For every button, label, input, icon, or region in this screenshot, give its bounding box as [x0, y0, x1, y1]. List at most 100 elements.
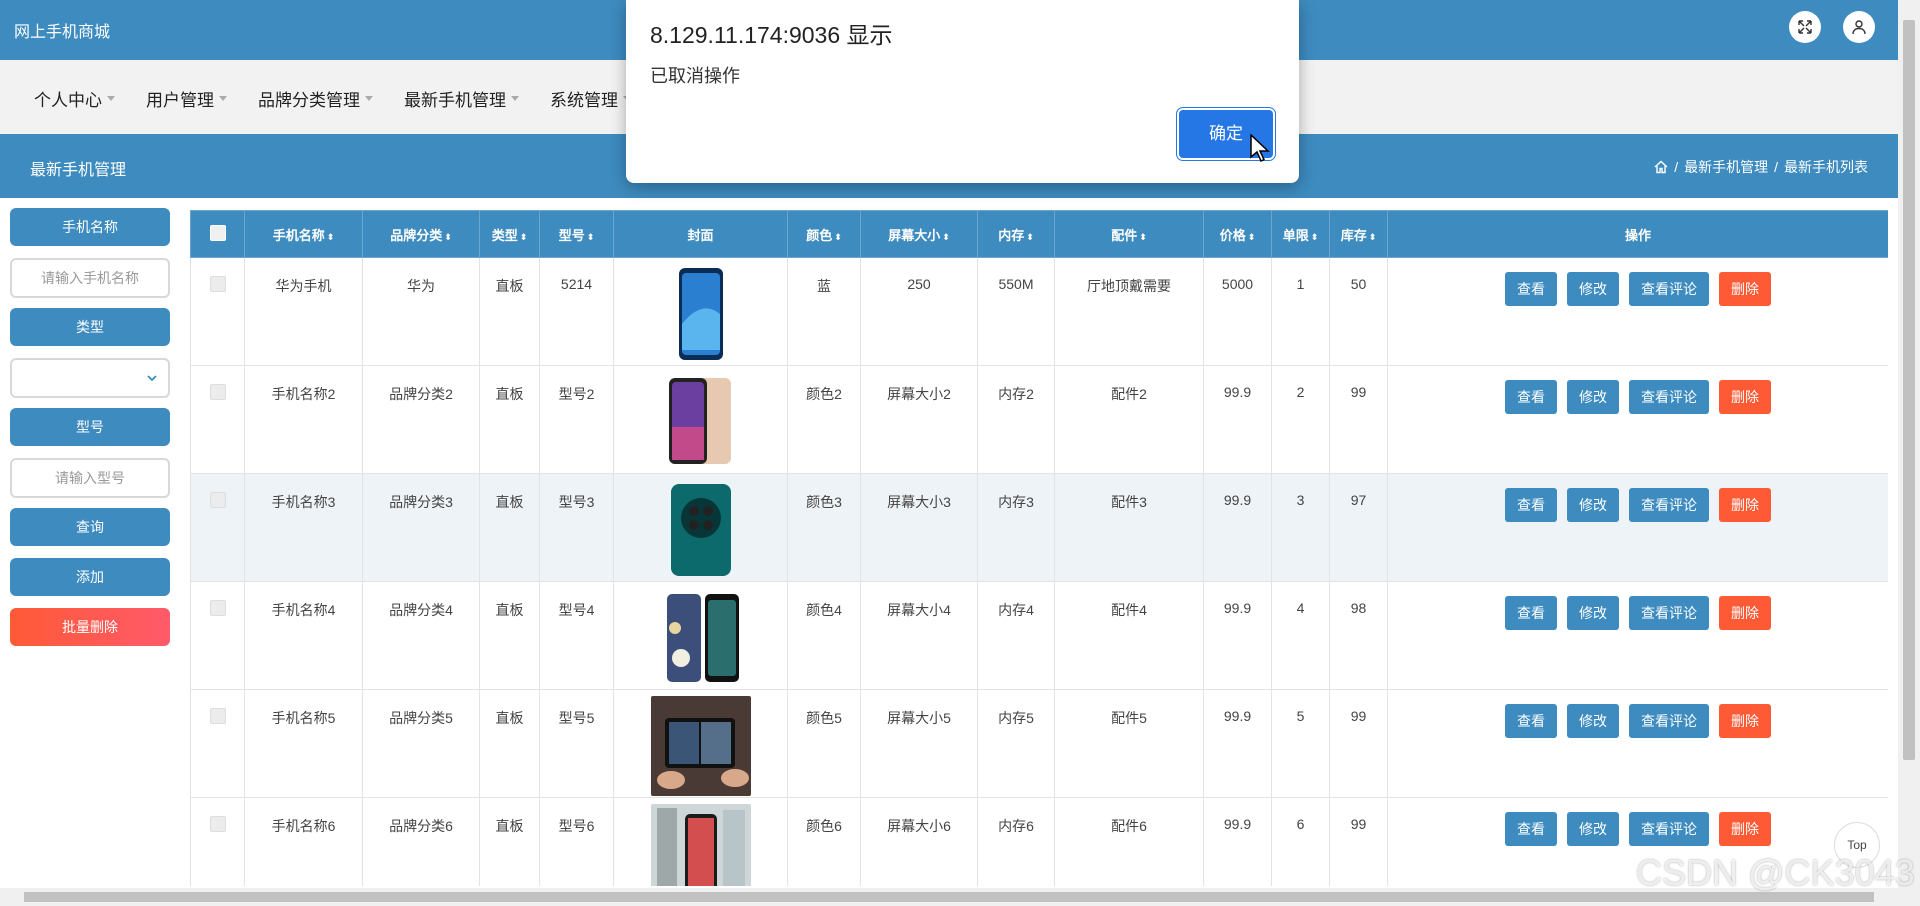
- actions-cell: 查看 修改 查看评论 删除: [1387, 473, 1888, 582]
- price-cell: 5000: [1203, 257, 1272, 366]
- edit-button[interactable]: 修改: [1567, 596, 1619, 630]
- color-cell: 颜色6: [787, 797, 861, 886]
- cover-cell: [613, 365, 788, 474]
- price-cell: 99.9: [1203, 365, 1272, 474]
- row-checkbox[interactable]: [209, 600, 226, 616]
- column-header[interactable]: 屏幕大小 ⬍: [860, 210, 978, 258]
- phone-cover-image[interactable]: [650, 804, 751, 886]
- color-cell: 颜色5: [787, 689, 861, 798]
- column-header[interactable]: 库存 ⬍: [1329, 210, 1388, 258]
- phone-cover-image[interactable]: [651, 588, 751, 688]
- query-button[interactable]: 查询: [10, 508, 170, 546]
- fullscreen-icon[interactable]: [1789, 11, 1821, 43]
- column-header[interactable]: 品牌分类 ⬍: [362, 210, 480, 258]
- row-checkbox[interactable]: [209, 816, 226, 832]
- price-cell: 99.9: [1203, 473, 1272, 582]
- column-header[interactable]: 类型 ⬍: [479, 210, 540, 258]
- select-all-checkbox[interactable]: [209, 224, 226, 241]
- delete-button[interactable]: 删除: [1719, 272, 1771, 306]
- stock-cell: 50: [1329, 257, 1388, 366]
- brand-cell: 品牌分类5: [362, 689, 480, 798]
- user-icon[interactable]: [1843, 11, 1875, 43]
- view-reviews-button[interactable]: 查看评论: [1629, 812, 1709, 846]
- vertical-scrollbar[interactable]: [1898, 0, 1920, 906]
- sort-icon[interactable]: ⬍: [520, 232, 528, 242]
- sort-icon[interactable]: ⬍: [587, 232, 595, 242]
- edit-button[interactable]: 修改: [1567, 488, 1619, 522]
- delete-button[interactable]: 删除: [1719, 488, 1771, 522]
- edit-button[interactable]: 修改: [1567, 704, 1619, 738]
- table-header-row: 手机名称 ⬍ 品牌分类 ⬍ 类型 ⬍ 型号 ⬍ 封面 颜色 ⬍ 屏幕大小 ⬍ 内存 ⬍ 配件 ⬍…: [190, 210, 1888, 258]
- phone-name-label: 手机名称: [10, 208, 170, 246]
- menu-item-personal-center[interactable]: 个人中心: [34, 86, 115, 111]
- scrollbar-thumb[interactable]: [1903, 20, 1915, 760]
- phone-cover-image[interactable]: [651, 372, 751, 472]
- row-select-cell: [190, 257, 245, 366]
- view-button[interactable]: 查看: [1505, 596, 1557, 630]
- row-checkbox[interactable]: [209, 384, 226, 400]
- model-input[interactable]: 请输入型号: [10, 458, 170, 498]
- add-button[interactable]: 添加: [10, 558, 170, 596]
- sort-icon[interactable]: ⬍: [444, 232, 452, 242]
- delete-button[interactable]: 删除: [1719, 380, 1771, 414]
- view-button[interactable]: 查看: [1505, 380, 1557, 414]
- sort-icon[interactable]: ⬍: [1026, 232, 1034, 242]
- phone-cover-image[interactable]: [651, 264, 751, 364]
- view-button[interactable]: 查看: [1505, 488, 1557, 522]
- sort-icon[interactable]: ⬍: [1139, 232, 1147, 242]
- menu-item-latest-phones[interactable]: 最新手机管理: [404, 86, 519, 111]
- sort-icon[interactable]: ⬍: [1248, 232, 1256, 242]
- row-actions: 查看 修改 查看评论 删除: [1389, 380, 1887, 414]
- sort-icon[interactable]: ⬍: [942, 232, 950, 242]
- column-header[interactable]: 内存 ⬍: [977, 210, 1055, 258]
- row-checkbox[interactable]: [209, 276, 226, 292]
- edit-button[interactable]: 修改: [1567, 272, 1619, 306]
- delete-button[interactable]: 删除: [1719, 596, 1771, 630]
- row-select-cell: [190, 473, 245, 582]
- view-button[interactable]: 查看: [1505, 704, 1557, 738]
- row-checkbox[interactable]: [209, 708, 226, 724]
- phone-cover-image[interactable]: [650, 696, 751, 796]
- scrollbar-thumb[interactable]: [24, 892, 1874, 902]
- sort-icon[interactable]: ⬍: [834, 232, 842, 242]
- accessory-cell: 配件4: [1054, 581, 1204, 690]
- stock-cell: 99: [1329, 365, 1388, 474]
- column-header[interactable]: 价格 ⬍: [1203, 210, 1272, 258]
- delete-button[interactable]: 删除: [1719, 704, 1771, 738]
- delete-button[interactable]: 删除: [1719, 812, 1771, 846]
- view-reviews-button[interactable]: 查看评论: [1629, 380, 1709, 414]
- menu-item-user-management[interactable]: 用户管理: [146, 86, 227, 111]
- sort-icon[interactable]: ⬍: [327, 232, 335, 242]
- breadcrumb-item[interactable]: 最新手机管理: [1684, 157, 1768, 177]
- view-button[interactable]: 查看: [1505, 272, 1557, 306]
- type-label: 类型: [10, 308, 170, 346]
- column-header[interactable]: 配件 ⬍: [1054, 210, 1204, 258]
- column-header[interactable]: 单限 ⬍: [1271, 210, 1330, 258]
- menu-label: 系统管理: [550, 91, 618, 110]
- brand-cell: 品牌分类3: [362, 473, 480, 582]
- phone-cover-image[interactable]: [651, 480, 751, 580]
- sort-icon[interactable]: ⬍: [1369, 232, 1377, 242]
- view-reviews-button[interactable]: 查看评论: [1629, 272, 1709, 306]
- column-header[interactable]: 颜色 ⬍: [787, 210, 861, 258]
- menu-item-system[interactable]: 系统管理: [550, 86, 631, 111]
- type-select[interactable]: [10, 358, 170, 398]
- column-header[interactable]: 手机名称 ⬍: [244, 210, 363, 258]
- edit-button[interactable]: 修改: [1567, 380, 1619, 414]
- view-button[interactable]: 查看: [1505, 812, 1557, 846]
- phone-name-input[interactable]: 请输入手机名称: [10, 258, 170, 298]
- horizontal-scrollbar[interactable]: [0, 888, 1898, 906]
- price-cell: 99.9: [1203, 797, 1272, 886]
- view-reviews-button[interactable]: 查看评论: [1629, 704, 1709, 738]
- batch-delete-button[interactable]: 批量删除: [10, 608, 170, 646]
- limit-cell: 1: [1271, 257, 1330, 366]
- edit-button[interactable]: 修改: [1567, 812, 1619, 846]
- home-icon[interactable]: [1654, 160, 1668, 174]
- view-reviews-button[interactable]: 查看评论: [1629, 596, 1709, 630]
- table-row: 手机名称6 品牌分类6 直板 型号6 颜色6 屏幕大小6 内存6 配件6 99.9 6 99 查看 修改…: [190, 797, 1888, 886]
- column-header[interactable]: 型号 ⬍: [539, 210, 614, 258]
- sort-icon[interactable]: ⬍: [1311, 232, 1319, 242]
- menu-item-brand-category[interactable]: 品牌分类管理: [258, 86, 373, 111]
- view-reviews-button[interactable]: 查看评论: [1629, 488, 1709, 522]
- row-checkbox[interactable]: [209, 492, 226, 508]
